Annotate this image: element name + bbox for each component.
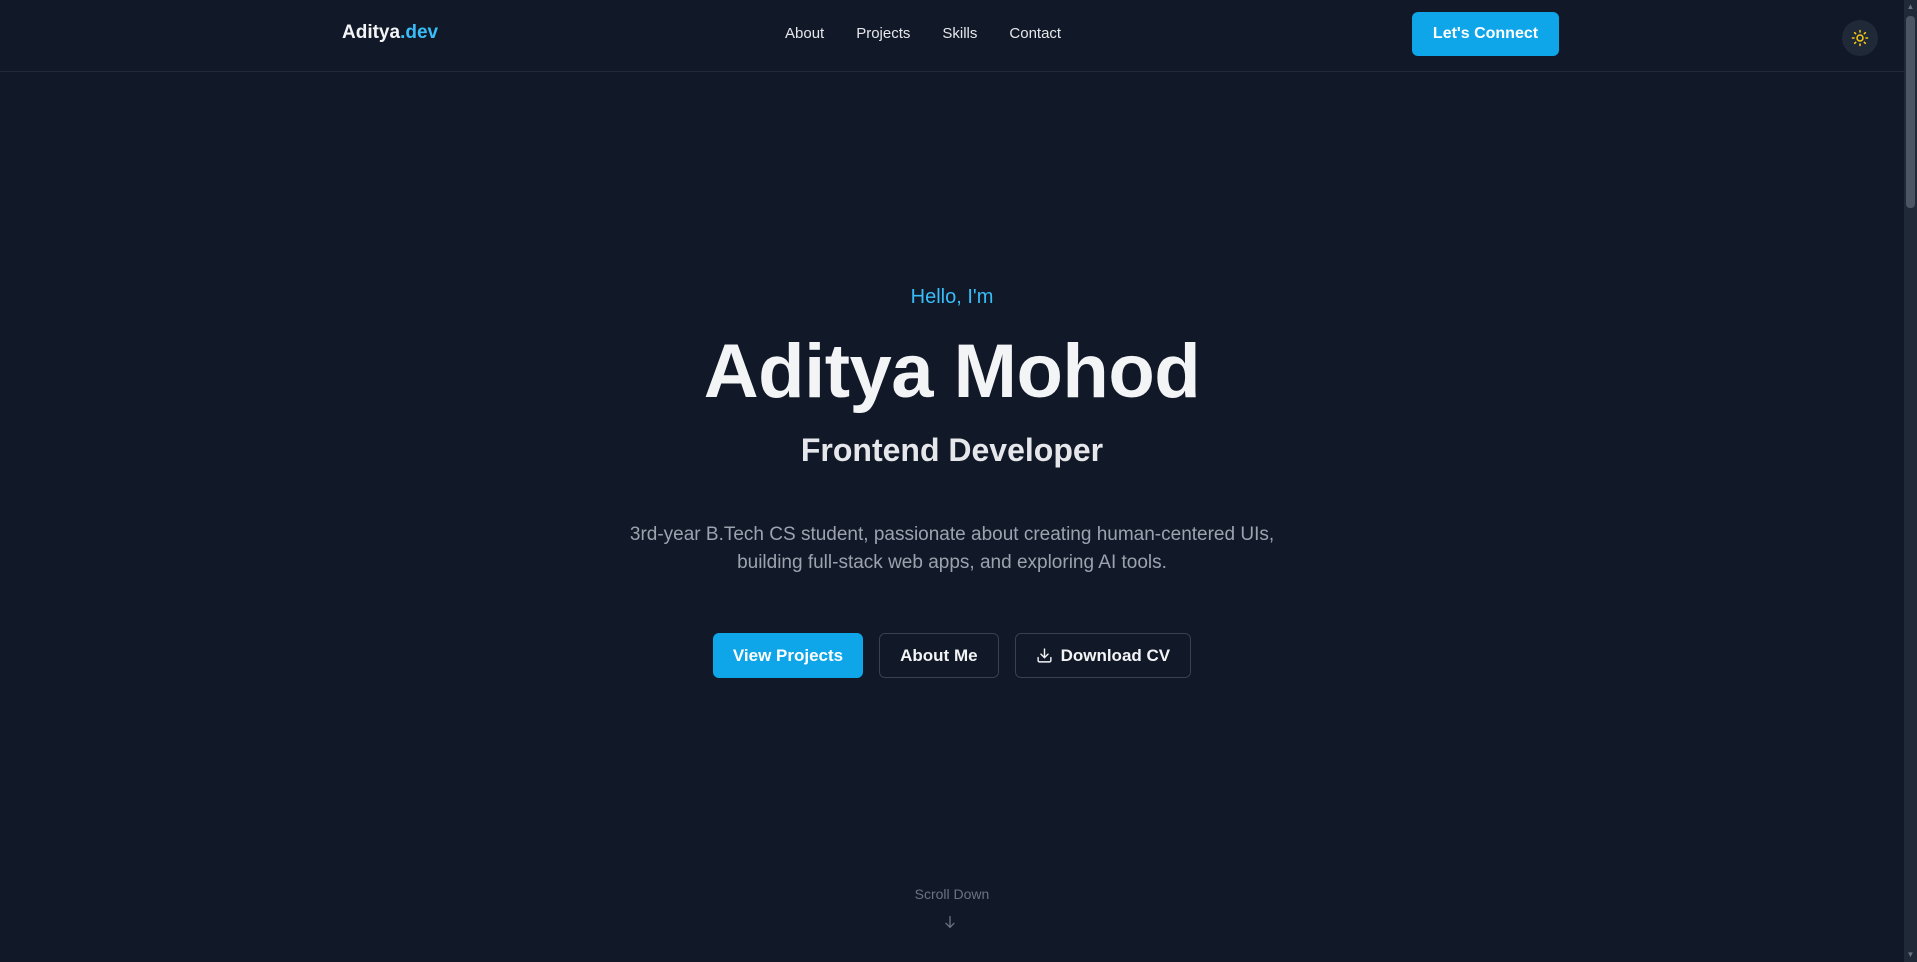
nav-link-contact[interactable]: Contact: [1009, 25, 1061, 42]
scroll-up-icon[interactable]: ▲: [1906, 2, 1915, 12]
about-me-label: About Me: [900, 645, 978, 665]
view-projects-button[interactable]: View Projects: [712, 633, 864, 678]
nav-link-skills[interactable]: Skills: [942, 25, 977, 42]
scroll-down-hint[interactable]: Scroll Down: [0, 886, 1904, 902]
sun-icon: [1851, 29, 1869, 47]
logo-text: Aditya: [342, 22, 401, 43]
hero-greeting: Hello, I'm: [910, 286, 994, 308]
navbar: Aditya.dev About Projects Skills Contact…: [0, 0, 1904, 72]
download-icon: [1036, 648, 1052, 663]
nav-links: About Projects Skills Contact: [785, 25, 1061, 42]
scrollbar-thumb[interactable]: [1906, 16, 1915, 208]
nav-link-about[interactable]: About: [785, 25, 824, 42]
page: Aditya.dev About Projects Skills Contact…: [0, 0, 1904, 962]
view-projects-label: View Projects: [732, 645, 844, 665]
hero-bio: 3rd-year B.Tech CS student, passionate a…: [629, 524, 1275, 573]
logo-accent: .dev: [400, 22, 439, 43]
hero-role: Frontend Developer: [800, 432, 1104, 468]
theme-toggle-button[interactable]: [1842, 20, 1878, 56]
logo[interactable]: Aditya.dev: [342, 22, 438, 44]
download-cv-label: Download CV: [1060, 645, 1171, 665]
arrow-down-icon[interactable]: [942, 914, 958, 930]
hero-name: Aditya Mohod: [703, 329, 1201, 414]
about-me-button[interactable]: About Me: [879, 633, 999, 678]
nav-link-projects[interactable]: Projects: [856, 25, 910, 42]
download-cv-button[interactable]: Download CV: [1014, 633, 1192, 678]
scroll-down-icon[interactable]: ▼: [1906, 950, 1915, 960]
hero-cta-row: View Projects About Me Download CV: [0, 633, 1904, 678]
scrollbar[interactable]: ▲ ▼: [1904, 0, 1917, 962]
lets-connect-button[interactable]: Let's Connect: [1412, 12, 1559, 56]
